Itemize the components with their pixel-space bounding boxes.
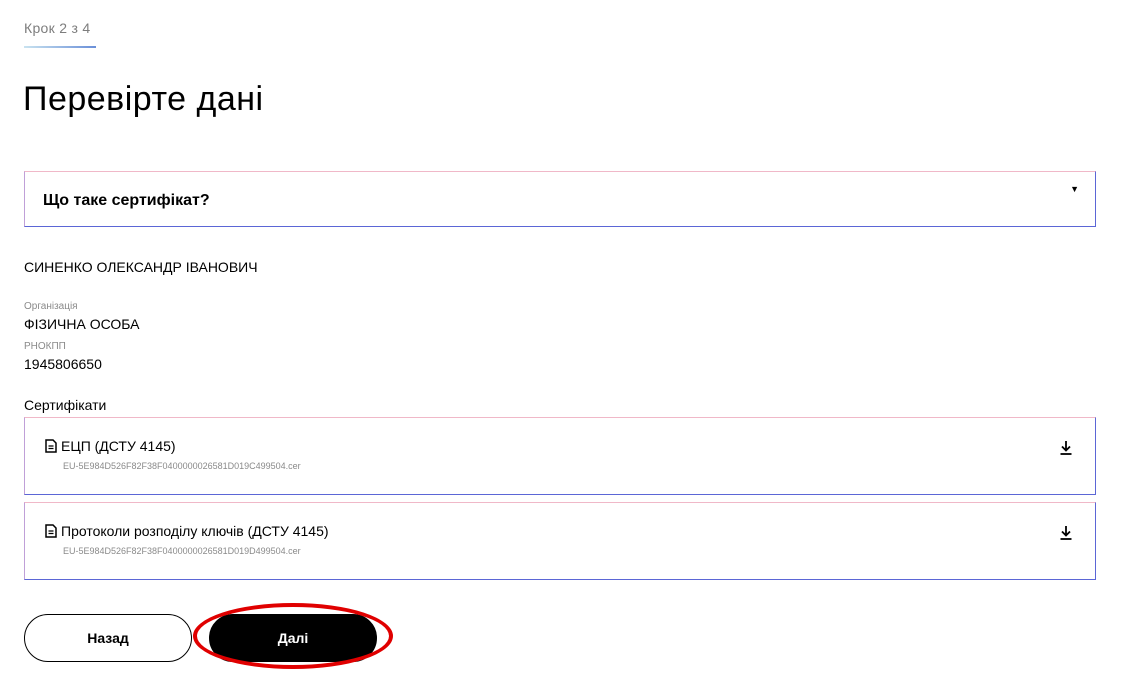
download-icon[interactable] [1059, 440, 1073, 456]
organization-value: ФІЗИЧНА ОСОБА [24, 316, 140, 332]
certificate-card: Протоколи розподілу ключів (ДСТУ 4145) E… [24, 502, 1096, 580]
certificate-card: ЕЦП (ДСТУ 4145) EU-5E984D526F82F38F04000… [24, 417, 1096, 495]
back-button[interactable]: Назад [24, 614, 192, 662]
certificate-title: Протоколи розподілу ключів (ДСТУ 4145) [61, 523, 329, 539]
certificate-info-accordion[interactable]: Що таке сертифікат? ▼ [24, 171, 1096, 227]
download-icon[interactable] [1059, 525, 1073, 541]
rnokpp-value: 1945806650 [24, 356, 102, 372]
certificate-title-row: ЕЦП (ДСТУ 4145) [45, 438, 176, 454]
next-button[interactable]: Далі [209, 614, 377, 662]
certificate-filename: EU-5E984D526F82F38F0400000026581D019C499… [63, 461, 301, 471]
organization-label: Організація [24, 301, 78, 312]
page: Крок 2 з 4 Перевірте дані Що таке сертиф… [0, 0, 1126, 690]
step-progress-line [24, 46, 96, 48]
document-icon [45, 524, 57, 538]
certificate-title-row: Протоколи розподілу ключів (ДСТУ 4145) [45, 523, 329, 539]
certificates-label: Сертифікати [24, 397, 107, 413]
document-icon [45, 439, 57, 453]
caret-down-icon: ▼ [1070, 184, 1079, 194]
certificate-title: ЕЦП (ДСТУ 4145) [61, 438, 176, 454]
accordion-title: Що таке сертифікат? [43, 192, 210, 209]
page-title: Перевірте дані [23, 80, 264, 118]
certificate-filename: EU-5E984D526F82F38F0400000026581D019D499… [63, 546, 301, 556]
full-name: СИНЕНКО ОЛЕКСАНДР ІВАНОВИЧ [24, 259, 258, 275]
step-indicator: Крок 2 з 4 [24, 20, 91, 36]
rnokpp-label: РНОКПП [24, 341, 66, 352]
